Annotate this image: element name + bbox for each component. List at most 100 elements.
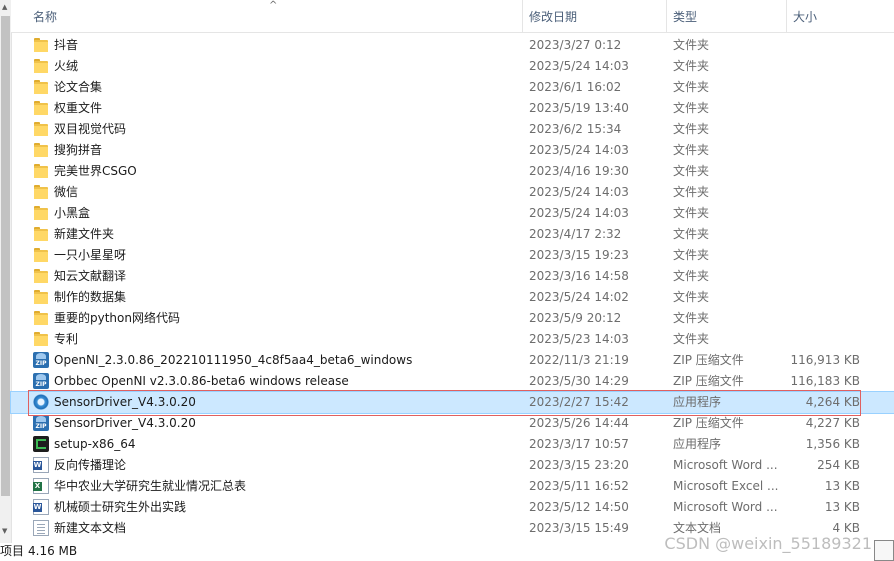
file-row[interactable]: 小黑盒 2023/5/24 14:03 文件夹 [11,203,894,224]
column-header-date[interactable]: 修改日期 [522,0,666,32]
file-row[interactable]: 知云文献翻译 2023/3/16 14:58 文件夹 [11,266,894,287]
file-size: 13 KB [824,500,860,514]
txt-icon [33,520,49,536]
file-type: Microsoft Word ... [673,500,778,514]
file-row[interactable]: 论文合集 2023/6/1 16:02 文件夹 [11,77,894,98]
file-size: 116,183 KB [790,374,860,388]
file-row[interactable]: 搜狗拼音 2023/5/24 14:03 文件夹 [11,140,894,161]
file-row[interactable]: 完美世界CSGO 2023/4/16 19:30 文件夹 [11,161,894,182]
folder-icon [33,100,49,116]
file-size: 4,264 KB [805,395,860,409]
file-row[interactable]: 抖音 2023/3/27 0:12 文件夹 [11,35,894,56]
sort-ascending-icon: ^ [269,0,278,11]
zip-icon: ZIP [33,415,49,431]
file-date: 2023/5/30 14:29 [529,374,629,388]
folder-icon [33,163,49,179]
scroll-thumb[interactable] [1,16,10,496]
file-type: 文件夹 [673,38,710,52]
file-date: 2023/4/17 2:32 [529,227,622,241]
file-name: Orbbec OpenNI v2.3.0.86-beta6 windows re… [54,374,349,388]
file-type: 文件夹 [673,80,710,94]
file-date: 2023/2/27 15:42 [529,395,629,409]
scroll-up-arrow-icon[interactable]: ▲ [2,4,9,11]
file-name: 反向传播理论 [54,458,127,472]
file-name: SensorDriver_V4.3.0.20 [54,395,196,409]
file-name: 机械硕士研究生外出实践 [54,500,187,514]
folder-icon [33,247,49,263]
file-date: 2023/3/15 23:20 [529,458,629,472]
file-size: 4,227 KB [805,416,860,430]
column-header-size[interactable]: 大小 [786,0,894,32]
file-name: 重要的python网络代码 [54,311,180,325]
file-row[interactable]: W 机械硕士研究生外出实践 2023/5/12 14:50 Microsoft Wor… [11,497,894,518]
column-header-type[interactable]: 类型 [666,0,786,32]
file-row[interactable]: 专利 2023/5/23 14:03 文件夹 [11,329,894,350]
file-name: 权重文件 [54,101,103,115]
folder-icon [33,205,49,221]
view-toggle-icon[interactable] [874,540,894,561]
file-type: 文件夹 [673,122,710,136]
file-date: 2023/5/9 20:12 [529,311,622,325]
folder-icon [33,184,49,200]
file-row[interactable]: 双目视觉代码 2023/6/2 15:34 文件夹 [11,119,894,140]
file-type: 应用程序 [673,437,722,451]
file-name: SensorDriver_V4.3.0.20 [54,416,196,430]
file-type: 文件夹 [673,185,710,199]
excel-icon: X [33,478,49,494]
file-row[interactable]: ZIP OpenNI_2.3.0.86_202210111950_4c8f5aa4… [11,350,894,371]
file-name: OpenNI_2.3.0.86_202210111950_4c8f5aa4_be… [54,353,413,367]
file-date: 2023/5/24 14:03 [529,143,629,157]
file-row[interactable]: 火绒 2023/5/24 14:03 文件夹 [11,56,894,77]
file-date: 2023/5/24 14:03 [529,206,629,220]
file-name: 微信 [54,185,79,199]
scroll-down-arrow-icon[interactable]: ▼ [2,528,9,535]
file-row[interactable]: X 华中农业大学研究生就业情况汇总表 2023/5/11 16:52 Microsof… [11,476,894,497]
file-row[interactable]: W 反向传播理论 2023/3/15 23:20 Microsoft Word ...… [11,455,894,476]
zip-icon: ZIP [33,373,49,389]
word-icon: W [33,457,49,473]
file-type: 文件夹 [673,164,710,178]
file-name: 抖音 [54,38,79,52]
file-row[interactable]: ZIP SensorDriver_V4.3.0.20 2023/5/26 14:44… [11,413,894,434]
file-row[interactable]: 新建文件夹 2023/4/17 2:32 文件夹 [11,224,894,245]
file-name: 一只小星星呀 [54,248,127,262]
app-icon [33,394,49,410]
folder-icon [33,268,49,284]
file-row[interactable]: 重要的python网络代码 2023/5/9 20:12 文件夹 [11,308,894,329]
file-row[interactable]: 制作的数据集 2023/5/24 14:02 文件夹 [11,287,894,308]
file-row[interactable]: 一只小星星呀 2023/3/15 19:23 文件夹 [11,245,894,266]
file-size: 116,913 KB [790,353,860,367]
file-type: 文件夹 [673,206,710,220]
file-date: 2023/5/24 14:03 [529,59,629,73]
file-type: 应用程序 [673,395,722,409]
file-date: 2023/6/1 16:02 [529,80,622,94]
file-name: 知云文献翻译 [54,269,127,283]
file-date: 2023/3/16 14:58 [529,269,629,283]
file-type: ZIP 压缩文件 [673,353,744,367]
zip-icon: ZIP [33,352,49,368]
file-list: 抖音 2023/3/27 0:12 文件夹 火绒 2023/5/24 14:03 文件夹论… [10,35,894,539]
file-row[interactable]: setup-x86_64 2023/3/17 10:57 应用程序 1,356 KB [11,434,894,455]
file-type: ZIP 压缩文件 [673,374,744,388]
file-date: 2023/5/24 14:02 [529,290,629,304]
file-row[interactable]: SensorDriver_V4.3.0.20 2023/2/27 15:42 应用程… [10,391,894,414]
file-type: 文件夹 [673,332,710,346]
word-icon: W [33,499,49,515]
file-name: setup-x86_64 [54,437,136,451]
file-name: 新建文件夹 [54,227,115,241]
file-date: 2023/5/23 14:03 [529,332,629,346]
file-name: 搜狗拼音 [54,143,103,157]
folder-icon [33,58,49,74]
file-name: 专利 [54,332,79,346]
file-name: 火绒 [54,59,79,73]
file-type: 文件夹 [673,101,710,115]
folder-icon [33,226,49,242]
folder-icon [33,121,49,137]
file-row[interactable]: 微信 2023/5/24 14:03 文件夹 [11,182,894,203]
file-size: 13 KB [824,479,860,493]
file-row[interactable]: ZIP Orbbec OpenNI v2.3.0.86-beta6 windows… [11,371,894,392]
folder-icon [33,331,49,347]
file-type: Microsoft Word ... [673,458,778,472]
column-header-bar: 名称 ^ 修改日期 类型 大小 [11,0,894,33]
file-row[interactable]: 权重文件 2023/5/19 13:40 文件夹 [11,98,894,119]
